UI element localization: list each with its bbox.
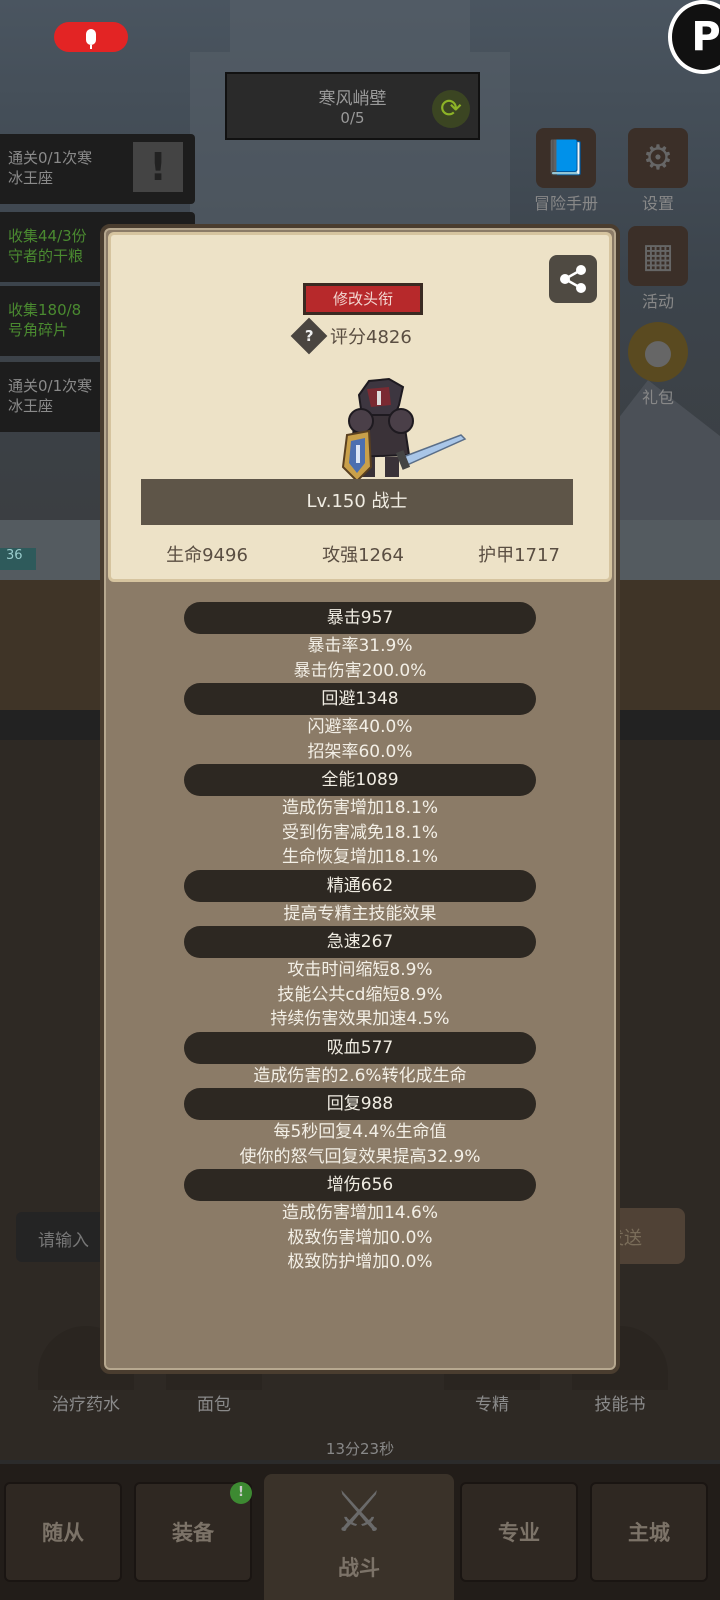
stat-line: 使你的怒气回复效果提高32.9%	[239, 1146, 481, 1167]
gift-pack-button[interactable]: ● 礼包	[618, 322, 698, 408]
calendar-icon: ▦	[628, 226, 688, 286]
stat-line: 暴击伤害200.0%	[293, 660, 427, 681]
nav-main-city[interactable]: 主城	[590, 1482, 708, 1582]
stat-line: 技能公共cd缩短8.9%	[277, 984, 443, 1005]
edit-title-button[interactable]: 修改头衔	[303, 283, 423, 315]
score-value: 评分4826	[330, 327, 412, 348]
item-label: 治疗药水	[52, 1395, 120, 1415]
score-row: ? 评分4826	[290, 317, 412, 355]
quest-item[interactable]: 通关0/1次寒 冰王座 !	[0, 134, 195, 204]
level-class-bar: Lv.150 战士	[141, 479, 573, 525]
side-label: 设置	[641, 194, 674, 213]
alert-icon: !	[133, 142, 183, 192]
nav-battle-label: 战斗	[338, 1556, 380, 1580]
coin-icon: ●	[628, 322, 688, 382]
attack-power-stat: 攻强1264	[322, 545, 404, 566]
record-indicator[interactable]	[54, 22, 128, 52]
chest-timer: 13分23秒	[325, 1440, 395, 1458]
stat-group-header: 全能1089	[184, 764, 536, 796]
stat-group-header: 回复988	[184, 1088, 536, 1120]
character-card: 修改头衔 ? 评分4826 Lv.150 战士 生命9496 攻强1264 护甲…	[108, 232, 612, 582]
stat-group-header: 吸血577	[184, 1031, 536, 1064]
stat-group-header: 暴击957	[184, 602, 536, 634]
book-icon: 📘	[536, 128, 596, 188]
stat-line: 极致伤害增加0.0%	[287, 1227, 433, 1248]
stat-group-header: 回避1348	[184, 683, 536, 715]
warrior-avatar	[341, 377, 467, 483]
item-label: 面包	[197, 1395, 231, 1415]
stat-line: 招架率60.0%	[307, 741, 413, 762]
character-stats-popup: 修改头衔 ? 评分4826 Lv.150 战士 生命9496 攻强1264 护甲…	[100, 224, 620, 1374]
stage-info[interactable]: 寒风峭壁 0/5 ⟳	[225, 72, 480, 140]
hp-stat: 生命9496	[166, 545, 248, 566]
side-label: 礼包	[641, 388, 674, 407]
nav-battle[interactable]: ⚔ 战斗	[264, 1474, 454, 1600]
refresh-icon[interactable]: ⟳	[432, 90, 470, 128]
side-label: 冒险手册	[533, 194, 598, 213]
crossed-swords-icon: ⚔	[334, 1480, 385, 1545]
stat-line: 造成伤害增加14.6%	[281, 1203, 438, 1223]
detailed-stats: 暴击957 暴击率31.9% 暴击伤害200.0% 回避1348 闪避率40.0…	[104, 602, 616, 1275]
stat-group-header: 精通662	[184, 869, 536, 902]
stat-line: 攻击时间缩短8.9%	[287, 960, 433, 980]
nav-profession[interactable]: 专业	[460, 1482, 578, 1582]
armor-stat: 护甲1717	[478, 545, 560, 566]
adventure-manual-button[interactable]: 📘 冒险手册	[526, 128, 606, 214]
stat-line: 暴击率31.9%	[307, 636, 413, 656]
settings-button[interactable]: ⚙ 设置	[618, 128, 698, 214]
nav-followers[interactable]: 随从	[4, 1482, 122, 1582]
stat-line: 造成伤害的2.6%转化成生命	[253, 1065, 467, 1086]
item-label: 技能书	[594, 1395, 646, 1415]
notification-badge: !	[230, 1482, 252, 1504]
item-label: 专精	[475, 1395, 509, 1415]
stat-line: 提高专精主技能效果	[283, 903, 437, 924]
share-button[interactable]	[549, 255, 597, 303]
stat-line: 极致防护增加0.0%	[287, 1252, 433, 1272]
base-stats: 生命9496 攻强1264 护甲1717	[111, 541, 615, 567]
stat-group-header: 急速267	[184, 926, 536, 958]
help-icon[interactable]: ?	[290, 317, 328, 355]
stat-line: 生命恢复增加18.1%	[281, 847, 438, 867]
gear-icon: ⚙	[628, 128, 688, 188]
side-label: 活动	[641, 292, 674, 311]
stat-line: 每5秒回复4.4%生命值	[273, 1122, 447, 1142]
events-button[interactable]: ▦ 活动	[618, 226, 698, 312]
share-icon	[560, 265, 586, 293]
microphone-icon	[86, 29, 96, 49]
hero-level-tag: 36	[0, 548, 36, 570]
stat-line: 持续伤害效果加速4.5%	[270, 1009, 450, 1029]
stat-group-header: 增伤656	[184, 1169, 536, 1201]
stat-line: 受到伤害减免18.1%	[281, 822, 438, 843]
stat-line: 闪避率40.0%	[307, 717, 413, 737]
stat-line: 造成伤害增加18.1%	[281, 798, 438, 818]
